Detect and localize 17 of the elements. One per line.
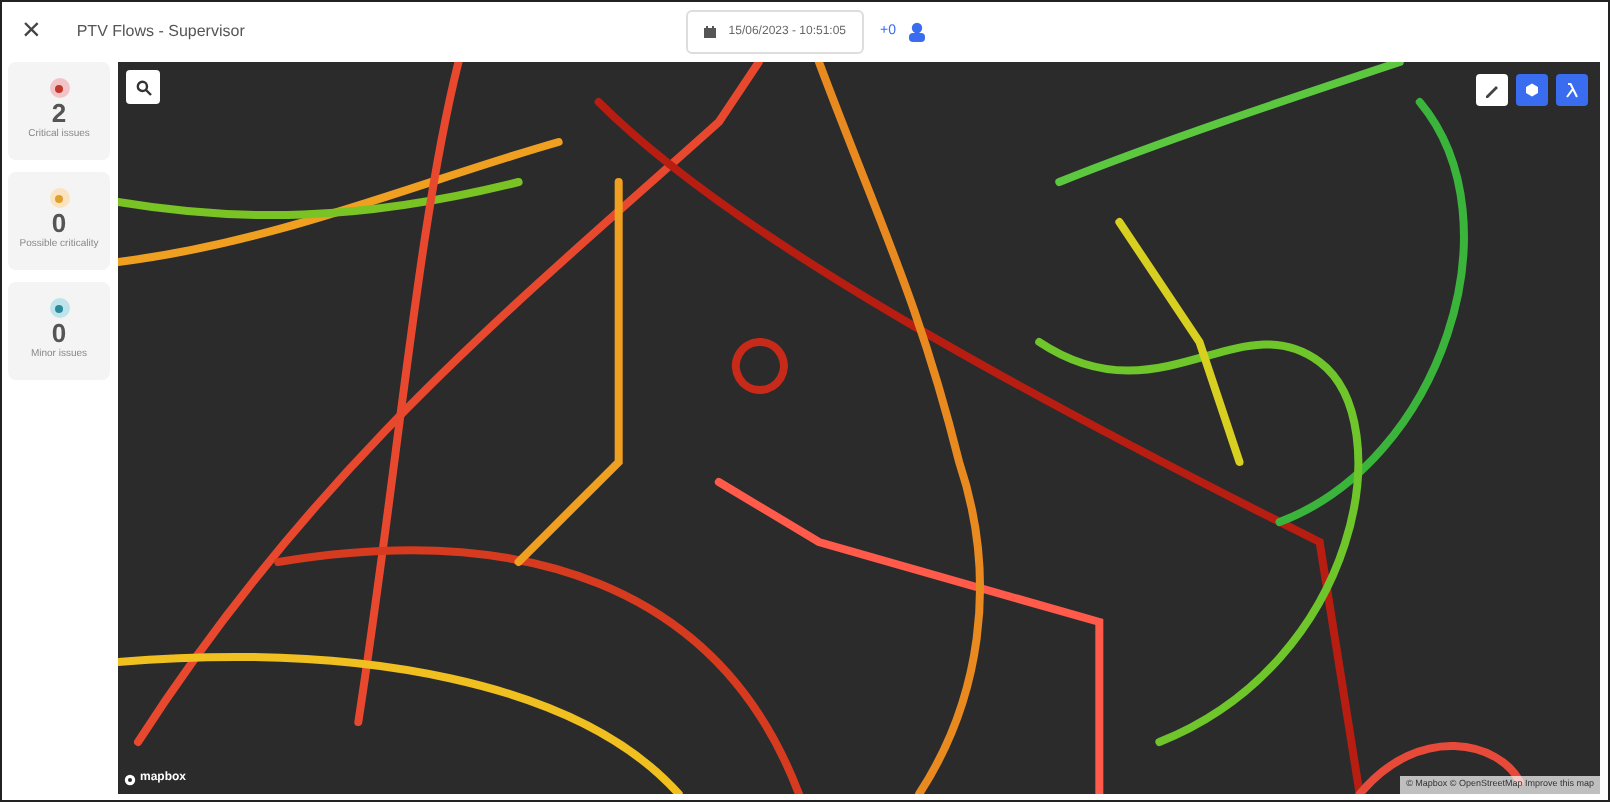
roundabout-ring — [731, 338, 788, 394]
issue-count: 0 — [51, 210, 67, 237]
search-icon — [135, 79, 151, 95]
hexagon-icon — [1524, 82, 1540, 98]
logo-icon — [124, 773, 136, 785]
shape-button[interactable] — [1516, 74, 1548, 106]
lambda-icon — [1564, 82, 1580, 98]
issue-count: 0 — [51, 320, 67, 347]
app-title: PTV Flows - Supervisor — [76, 20, 245, 44]
calendar-icon — [704, 26, 717, 38]
user-icon[interactable] — [908, 22, 926, 42]
lambda-button[interactable] — [1556, 74, 1588, 106]
close-button[interactable]: × — [14, 16, 49, 48]
search-button[interactable] — [126, 70, 160, 104]
pencil-icon — [1484, 82, 1500, 98]
edit-button[interactable] — [1476, 74, 1508, 106]
issue-count: 2 — [51, 100, 67, 127]
